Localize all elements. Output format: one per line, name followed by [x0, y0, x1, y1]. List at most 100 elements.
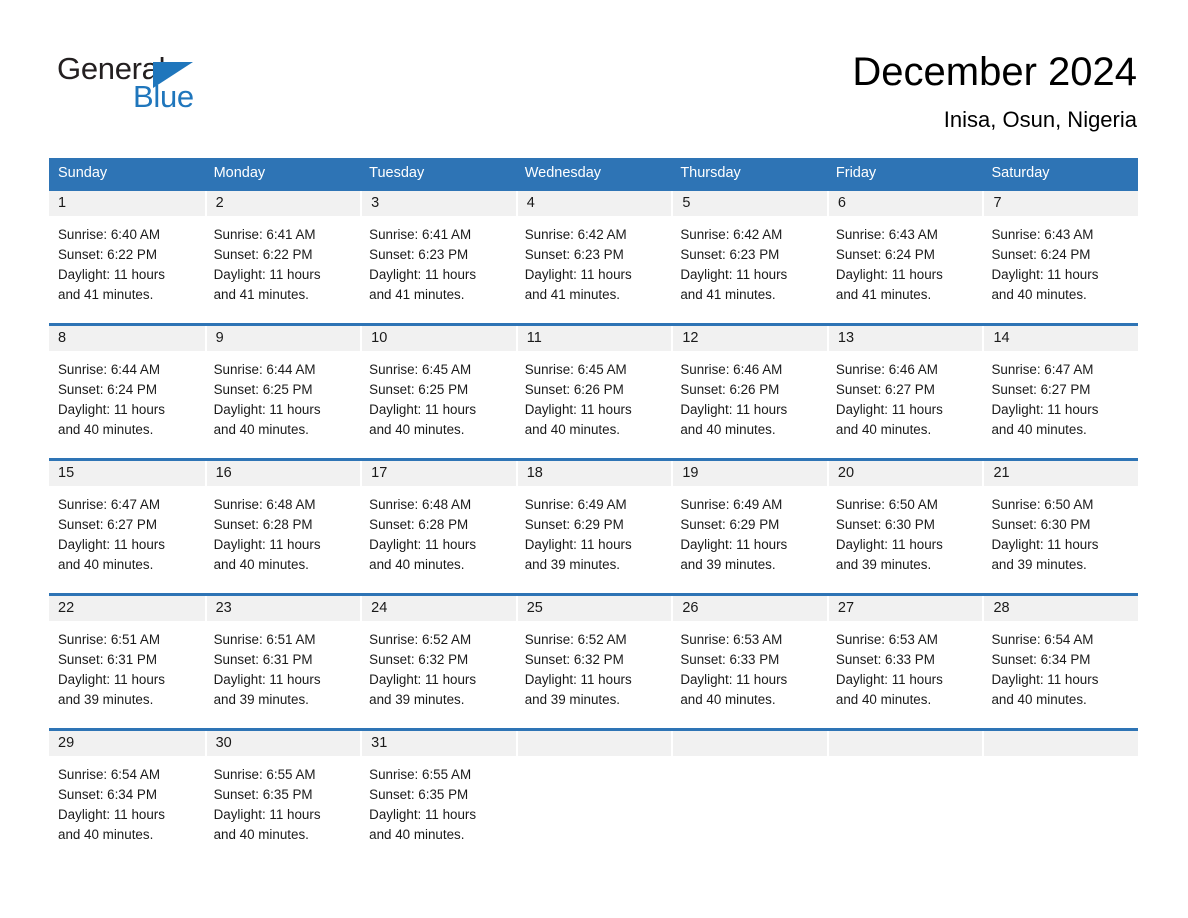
daylight-text-line1: Daylight: 11 hours — [369, 537, 477, 552]
day-cell-empty — [671, 731, 827, 863]
sunset-text: Sunset: 6:30 PM — [991, 517, 1091, 532]
day-cell[interactable]: 28 Sunrise: 6:54 AM Sunset: 6:34 PM Dayligh… — [982, 596, 1139, 728]
sunrise-text: Sunrise: 6:49 AM — [524, 497, 627, 512]
day-cell[interactable]: 27 Sunrise: 6:53 AM Sunset: 6:33 PM Dayligh… — [826, 596, 983, 728]
sunset-text: Sunset: 6:25 PM — [369, 382, 469, 397]
daylight-text-line2: and 40 minutes. — [213, 827, 309, 842]
day-cell[interactable]: 14 Sunrise: 6:47 AM Sunset: 6:27 PM Dayligh… — [982, 326, 1139, 458]
daylight-text-line1: Daylight: 11 hours — [835, 537, 943, 552]
day-cell[interactable]: 21 Sunrise: 6:50 AM Sunset: 6:30 PM Dayligh… — [982, 461, 1139, 593]
daylight-text-line2: and 41 minutes. — [369, 287, 465, 302]
day-cell[interactable]: 22 Sunrise: 6:51 AM Sunset: 6:31 PM Dayligh… — [49, 596, 205, 728]
sunset-text: Sunset: 6:30 PM — [835, 517, 935, 532]
day-cell[interactable]: 25 Sunrise: 6:52 AM Sunset: 6:32 PM Dayligh… — [515, 596, 672, 728]
sunset-text: Sunset: 6:33 PM — [680, 652, 780, 667]
day-cell[interactable]: 24 Sunrise: 6:52 AM Sunset: 6:32 PM Dayligh… — [360, 596, 516, 728]
day-cell[interactable]: 16 Sunrise: 6:48 AM Sunset: 6:28 PM Dayligh… — [204, 461, 361, 593]
day-cell[interactable]: 8 Sunrise: 6:44 AM Sunset: 6:24 PM Daylight… — [49, 326, 205, 458]
day-cell[interactable]: 10 Sunrise: 6:45 AM Sunset: 6:25 PM Dayligh… — [360, 326, 516, 458]
daylight-text-line1: Daylight: 11 hours — [213, 402, 321, 417]
day-cell[interactable]: 4 Sunrise: 6:42 AM Sunset: 6:23 PM Daylight… — [515, 191, 672, 323]
day-cell[interactable]: 6 Sunrise: 6:43 AM Sunset: 6:24 PM Daylight… — [826, 191, 983, 323]
day-cell[interactable]: 20 Sunrise: 6:50 AM Sunset: 6:30 PM Dayligh… — [826, 461, 983, 593]
sunrise-text: Sunrise: 6:53 AM — [835, 632, 938, 647]
sunrise-text: Sunrise: 6:42 AM — [524, 227, 627, 242]
sunset-text: Sunset: 6:24 PM — [991, 247, 1091, 262]
day-number: 26 — [671, 596, 827, 621]
daylight-text-line2: and 40 minutes. — [213, 557, 309, 572]
daylight-text-line2: and 40 minutes. — [680, 692, 776, 707]
sunset-text: Sunset: 6:32 PM — [524, 652, 624, 667]
day-cell[interactable]: 7 Sunrise: 6:43 AM Sunset: 6:24 PM Daylight… — [982, 191, 1139, 323]
daylight-text-line1: Daylight: 11 hours — [58, 672, 165, 687]
sunrise-text: Sunrise: 6:43 AM — [991, 227, 1094, 242]
daylight-text-line2: and 40 minutes. — [58, 557, 154, 572]
daylight-text-line1: Daylight: 11 hours — [369, 267, 477, 282]
daylight-text-line1: Daylight: 11 hours — [991, 267, 1099, 282]
day-number: 31 — [360, 731, 516, 756]
day-cell-empty — [515, 731, 672, 863]
day-cell[interactable]: 26 Sunrise: 6:53 AM Sunset: 6:33 PM Dayligh… — [671, 596, 827, 728]
week-row: 22 Sunrise: 6:51 AM Sunset: 6:31 PM Dayligh… — [49, 593, 1139, 728]
weekday-header-monday: Monday — [213, 165, 266, 181]
daylight-text-line2: and 41 minutes. — [524, 287, 621, 302]
day-cell-empty — [826, 731, 983, 863]
day-number: 22 — [49, 596, 205, 621]
daylight-text-line2: and 40 minutes. — [369, 422, 465, 437]
day-number: 12 — [671, 326, 827, 351]
day-cell[interactable]: 5 Sunrise: 6:42 AM Sunset: 6:23 PM Daylight… — [671, 191, 827, 323]
day-cell[interactable]: 11 Sunrise: 6:45 AM Sunset: 6:26 PM Dayligh… — [515, 326, 672, 458]
day-details: Sunrise: 6:53 AM Sunset: 6:33 PM Daylight:… — [827, 621, 983, 710]
day-details: Sunrise: 6:55 AM Sunset: 6:35 PM Daylight:… — [360, 756, 516, 845]
weekday-header-friday: Friday — [835, 165, 877, 181]
daylight-text-line1: Daylight: 11 hours — [991, 672, 1099, 687]
day-cell[interactable]: 29 Sunrise: 6:54 AM Sunset: 6:34 PM Dayligh… — [49, 731, 205, 863]
sunset-text: Sunset: 6:27 PM — [58, 517, 157, 532]
daylight-text-line1: Daylight: 11 hours — [524, 537, 632, 552]
day-cell[interactable]: 18 Sunrise: 6:49 AM Sunset: 6:29 PM Dayligh… — [515, 461, 672, 593]
sunset-text: Sunset: 6:26 PM — [524, 382, 624, 397]
day-cell[interactable]: 30 Sunrise: 6:55 AM Sunset: 6:35 PM Dayligh… — [204, 731, 361, 863]
day-details: Sunrise: 6:51 AM Sunset: 6:31 PM Daylight:… — [49, 621, 205, 710]
daylight-text-line2: and 40 minutes. — [835, 692, 932, 707]
day-details: Sunrise: 6:50 AM Sunset: 6:30 PM Daylight:… — [982, 486, 1138, 575]
daylight-text-line1: Daylight: 11 hours — [680, 537, 788, 552]
day-details: Sunrise: 6:47 AM Sunset: 6:27 PM Daylight:… — [49, 486, 205, 575]
sunrise-text: Sunrise: 6:43 AM — [835, 227, 938, 242]
day-number: 18 — [515, 461, 672, 486]
daylight-text-line2: and 39 minutes. — [58, 692, 154, 707]
sunrise-text: Sunrise: 6:52 AM — [369, 632, 472, 647]
day-cell[interactable]: 17 Sunrise: 6:48 AM Sunset: 6:28 PM Dayligh… — [360, 461, 516, 593]
day-details: Sunrise: 6:41 AM Sunset: 6:23 PM Daylight:… — [360, 216, 516, 305]
day-cell[interactable]: 2 Sunrise: 6:41 AM Sunset: 6:22 PM Daylight… — [204, 191, 361, 323]
day-cell[interactable]: 12 Sunrise: 6:46 AM Sunset: 6:26 PM Dayligh… — [671, 326, 827, 458]
day-details: Sunrise: 6:49 AM Sunset: 6:29 PM Daylight:… — [671, 486, 827, 575]
location-subtitle: Inisa, Osun, Nigeria — [943, 107, 1137, 132]
day-cell[interactable]: 9 Sunrise: 6:44 AM Sunset: 6:25 PM Daylight… — [204, 326, 361, 458]
day-number: 4 — [515, 191, 672, 216]
day-number: 17 — [360, 461, 516, 486]
day-number: 6 — [826, 191, 983, 216]
sunrise-text: Sunrise: 6:45 AM — [524, 362, 627, 377]
day-cell[interactable]: 23 Sunrise: 6:51 AM Sunset: 6:31 PM Dayligh… — [204, 596, 361, 728]
day-cell[interactable]: 31 Sunrise: 6:55 AM Sunset: 6:35 PM Dayligh… — [360, 731, 516, 863]
day-number — [671, 731, 827, 756]
sunrise-text: Sunrise: 6:46 AM — [835, 362, 938, 377]
sunset-text: Sunset: 6:35 PM — [369, 787, 469, 802]
day-details: Sunrise: 6:42 AM Sunset: 6:23 PM Daylight:… — [516, 216, 672, 305]
weekday-header-wednesday: Wednesday — [524, 165, 602, 181]
day-details: Sunrise: 6:50 AM Sunset: 6:30 PM Daylight:… — [827, 486, 983, 575]
day-cell[interactable]: 1 Sunrise: 6:40 AM Sunset: 6:22 PM Daylight… — [49, 191, 205, 323]
sunrise-text: Sunrise: 6:44 AM — [58, 362, 160, 377]
sunset-text: Sunset: 6:23 PM — [680, 247, 780, 262]
day-number — [982, 731, 1139, 756]
day-cell[interactable]: 15 Sunrise: 6:47 AM Sunset: 6:27 PM Dayligh… — [49, 461, 205, 593]
sunset-text: Sunset: 6:34 PM — [991, 652, 1091, 667]
sunrise-text: Sunrise: 6:47 AM — [58, 497, 160, 512]
daylight-text-line1: Daylight: 11 hours — [680, 402, 788, 417]
day-cell[interactable]: 19 Sunrise: 6:49 AM Sunset: 6:29 PM Dayligh… — [671, 461, 827, 593]
daylight-text-line1: Daylight: 11 hours — [991, 537, 1099, 552]
sunrise-text: Sunrise: 6:50 AM — [991, 497, 1094, 512]
day-cell[interactable]: 13 Sunrise: 6:46 AM Sunset: 6:27 PM Dayligh… — [826, 326, 983, 458]
day-cell[interactable]: 3 Sunrise: 6:41 AM Sunset: 6:23 PM Daylight… — [360, 191, 516, 323]
